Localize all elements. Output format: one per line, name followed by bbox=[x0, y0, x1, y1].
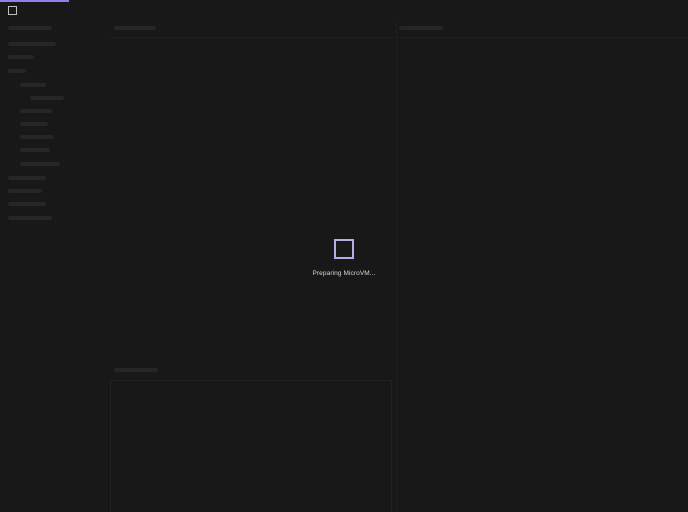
sidebar-subitem-skeleton[interactable] bbox=[20, 135, 54, 139]
loading-indicator bbox=[0, 239, 688, 264]
app-logo-icon[interactable] bbox=[8, 6, 17, 15]
sidebar-item-skeleton[interactable] bbox=[8, 189, 42, 193]
loading-status-text: Preparing MicroVM... bbox=[312, 270, 376, 277]
main-panel-title-skeleton bbox=[114, 26, 156, 30]
sidebar-subitem-skeleton[interactable] bbox=[30, 96, 64, 100]
sidebar-header-skeleton bbox=[8, 26, 52, 30]
sidebar-item-skeleton[interactable] bbox=[8, 202, 46, 206]
sidebar-subitem-skeleton[interactable] bbox=[20, 122, 48, 126]
loading-progress-bar bbox=[0, 0, 688, 2]
right-panel-title-skeleton bbox=[399, 26, 443, 30]
sidebar-subitem-skeleton[interactable] bbox=[20, 109, 52, 113]
main-panel-divider bbox=[110, 37, 394, 38]
right-panel-divider bbox=[397, 37, 688, 38]
sidebar-item-skeleton[interactable] bbox=[8, 216, 52, 220]
terminal-title-skeleton bbox=[114, 368, 158, 372]
sidebar-item-skeleton[interactable] bbox=[8, 55, 34, 59]
sidebar-item-skeleton[interactable] bbox=[8, 69, 26, 73]
sidebar-subitem-skeleton[interactable] bbox=[20, 83, 46, 87]
sidebar-subitem-skeleton[interactable] bbox=[20, 162, 60, 166]
square-outline-icon bbox=[334, 239, 354, 259]
sidebar-item-skeleton[interactable] bbox=[8, 42, 56, 46]
loading-progress-fill bbox=[0, 0, 69, 2]
sidebar-subitem-skeleton[interactable] bbox=[20, 148, 50, 152]
panel-divider[interactable] bbox=[396, 22, 397, 512]
sidebar-item-skeleton[interactable] bbox=[8, 176, 46, 180]
terminal-area[interactable] bbox=[110, 380, 392, 512]
